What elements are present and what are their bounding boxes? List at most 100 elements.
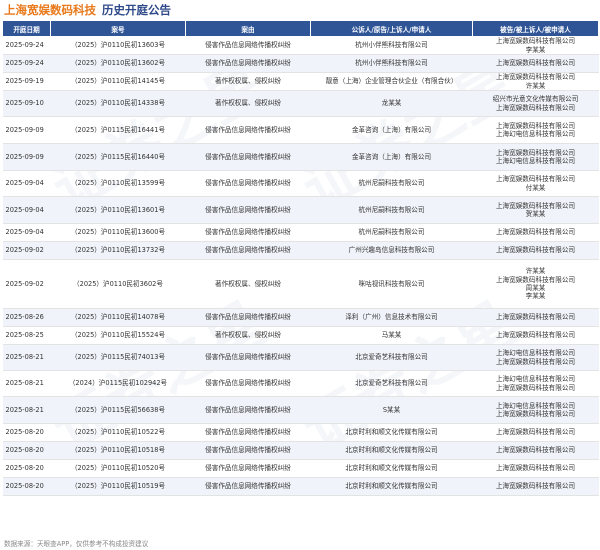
hearing-date: 2025-09-04	[2, 196, 51, 224]
plaintiff-cell: S某某	[310, 396, 473, 424]
case-number: （2025）沪0110民初10518号	[50, 441, 186, 460]
defendant-name: 李某某	[525, 45, 546, 54]
case-number: （2025）沪0110民初10522号	[50, 423, 186, 442]
defendant-cell: 上海宽娱数码科技有限公司 上海幻电信息科技有限公司	[472, 116, 599, 144]
defendant-name: 上海宽娱数码科技有限公司	[495, 73, 576, 82]
hearing-date: 2025-09-09	[2, 116, 51, 144]
defendant-name: 付某某	[525, 183, 546, 192]
table-row: 2025-08-20 （2025）沪0110民初10518号 侵害作品信息网络传播权…	[2, 441, 599, 460]
plaintiff-name: 杭州尼嗣科技有限公司	[358, 179, 425, 188]
table-row: 2025-08-20 （2025）沪0110民初10522号 侵害作品信息网络传播权…	[2, 423, 599, 442]
table-row: 2025-09-24 （2025）沪0110民初13603号 侵害作品信息网络传播权…	[2, 36, 599, 55]
case-number: （2025）沪0110民初14338号	[50, 90, 186, 117]
plaintiff-cell: 北京时利和顺文化传媒有限公司	[310, 459, 473, 478]
plaintiff-name: 北京爱奇艺科技有限公司	[355, 379, 428, 388]
page-title: 上海宽娱数码科技 历史开庭公告	[4, 1, 171, 19]
column-header-case-number: 案号	[50, 20, 186, 37]
defendant-cell: 上海宽娱数码科技有限公司	[472, 441, 599, 460]
defendant-name: 上海宽娱数码科技有限公司	[495, 446, 576, 455]
plaintiff-name: 泽利（广州）信息技术有限公司	[345, 313, 438, 322]
case-number: （2025）沪0110民初13599号	[50, 170, 186, 197]
defendant-cell: 上海宽娱数码科技有限公司 李某某	[472, 36, 599, 55]
defendant-name: 上海宽娱数码科技有限公司	[495, 201, 576, 210]
defendant-name: 上海宽娱数码科技有限公司	[495, 121, 576, 130]
defendant-name: 上海宽娱数码科技有限公司	[495, 464, 576, 473]
plaintiff-cell: 北京爱奇艺科技有限公司	[310, 370, 473, 397]
hearing-date: 2025-08-20	[2, 459, 51, 478]
plaintiff-name: 马某某	[381, 331, 402, 340]
case-cause: 侵害作品信息网络传播权纠纷	[185, 308, 311, 327]
hearing-date: 2025-08-26	[2, 308, 51, 327]
case-cause: 侵害作品信息网络传播权纠纷	[185, 396, 311, 424]
plaintiff-name: 杭州尼嗣科技有限公司	[358, 205, 425, 214]
table-row: 2025-09-19 （2025）沪0110民初14145号 著作权权属、侵权纠纷 靓…	[2, 72, 599, 91]
plaintiff-cell: 杭州尼嗣科技有限公司	[310, 223, 473, 242]
defendant-cell: 上海宽娱数码科技有限公司	[472, 308, 599, 327]
table-row: 2025-08-21 （2025）沪0115民初56638号 侵害作品信息网络传播权…	[2, 396, 599, 424]
plaintiff-cell: 金革咨询（上海）有限公司	[310, 116, 473, 144]
defendant-cell: 许某某 上海宽娱数码科技有限公司 周某某 李某某	[472, 259, 599, 309]
defendant-name: 上海幻电信息科技有限公司	[495, 130, 576, 138]
case-cause: 侵害作品信息网络传播权纠纷	[185, 36, 311, 55]
court-hearing-table: 开庭日期 案号 案由 公诉人/原告/上诉人/申请人 被告/被上诉人/被申请人 2…	[2, 20, 599, 496]
plaintiff-name: 咪咕视讯科技有限公司	[358, 279, 425, 288]
table-row: 2025-09-02 （2025）沪0110民初13732号 侵害作品信息网络传播权…	[2, 241, 599, 260]
plaintiff-name: 靓意（上海）企业管理合伙企业（有限合伙）	[325, 77, 458, 86]
case-cause: 侵害作品信息网络传播权纠纷	[185, 370, 311, 397]
plaintiff-cell: 金革咨询（上海）有限公司	[310, 143, 473, 171]
hearing-date: 2025-09-04	[2, 223, 51, 242]
hearing-date: 2025-09-19	[2, 72, 51, 91]
case-number: （2025）沪0110民初14078号	[50, 308, 186, 327]
plaintiff-cell: 北京爱奇艺科技有限公司	[310, 344, 473, 371]
plaintiff-name: 北京时利和顺文化传媒有限公司	[345, 428, 438, 437]
plaintiff-cell: 杭州尼嗣科技有限公司	[310, 196, 473, 224]
case-cause: 侵害作品信息网络传播权纠纷	[185, 459, 311, 478]
case-number: （2025）沪0110民初13602号	[50, 54, 186, 73]
plaintiff-cell: 龙某某	[310, 90, 473, 117]
hearing-date: 2025-08-21	[2, 344, 51, 371]
plaintiff-cell: 杭州尼嗣科技有限公司	[310, 170, 473, 197]
table-row: 2025-09-04 （2025）沪0110民初13600号 侵害作品信息网络传播权…	[2, 223, 599, 242]
defendant-name: 上海宽娱数码科技有限公司	[495, 37, 576, 46]
case-number: （2025）沪0110民初13601号	[50, 196, 186, 224]
defendant-cell: 上海宽娱数码科技有限公司 付某某	[472, 170, 599, 197]
case-number: （2024）沪0115民初102942号	[50, 370, 186, 397]
case-cause: 著作权权属、侵权纠纷	[185, 90, 311, 117]
case-number: （2025）沪0110民初13732号	[50, 241, 186, 260]
defendant-cell: 上海宽娱数码科技有限公司	[472, 423, 599, 442]
defendant-cell: 上海宽娱数码科技有限公司 贺某某	[472, 196, 599, 224]
plaintiff-cell: 杭州小伴熊科技有限公司	[310, 36, 473, 55]
case-cause: 侵害作品信息网络传播权纠纷	[185, 477, 311, 496]
page-subtitle: 历史开庭公告	[102, 3, 171, 17]
table-row: 2025-09-09 （2025）沪0115民初16440号 侵害作品信息网络传播权…	[2, 143, 599, 171]
defendant-name: 贺某某	[525, 210, 546, 218]
defendant-cell: 上海宽娱数码科技有限公司	[472, 241, 599, 260]
plaintiff-name: 北京爱奇艺科技有限公司	[355, 353, 428, 362]
defendant-name: 许某某	[525, 81, 546, 90]
case-cause: 著作权权属、侵权纠纷	[185, 72, 311, 91]
plaintiff-cell: 广州兴趣岛信息科技有限公司	[310, 241, 473, 260]
defendant-cell: 上海宽娱数码科技有限公司	[472, 477, 599, 496]
plaintiff-name: 龙某某	[381, 99, 402, 108]
table-row: 2025-09-04 （2025）沪0110民初13599号 侵害作品信息网络传播权…	[2, 170, 599, 197]
plaintiff-cell: 马某某	[310, 326, 473, 345]
table-row: 2025-08-21 （2024）沪0115民初102942号 侵害作品信息网络传播…	[2, 370, 599, 397]
plaintiff-cell: 北京时利和顺文化传媒有限公司	[310, 477, 473, 496]
defendant-name: 绍兴市光意文化传媒有限公司	[492, 95, 579, 104]
defendant-name: 上海宽娱数码科技有限公司	[495, 357, 576, 366]
defendant-name: 上海宽娱数码科技有限公司	[495, 482, 576, 491]
case-number: （2025）沪0115民初74013号	[50, 344, 186, 371]
case-cause: 侵害作品信息网络传播权纠纷	[185, 223, 311, 242]
case-number: （2025）沪0115民初16440号	[50, 143, 186, 171]
defendant-cell: 上海宽娱数码科技有限公司	[472, 223, 599, 242]
plaintiff-cell: 北京时利和顺文化传媒有限公司	[310, 441, 473, 460]
defendant-name: 上海宽娱数码科技有限公司	[495, 246, 576, 255]
defendant-name: 上海宽娱数码科技有限公司	[495, 148, 576, 157]
defendant-name: 上海宽娱数码科技有限公司	[495, 313, 576, 322]
defendant-name: 上海宽娱数码科技有限公司	[495, 331, 576, 340]
case-cause: 著作权权属、侵权纠纷	[185, 259, 311, 309]
hearing-date: 2025-09-09	[2, 143, 51, 171]
plaintiff-cell: 泽利（广州）信息技术有限公司	[310, 308, 473, 327]
table-row: 2025-08-26 （2025）沪0110民初14078号 侵害作品信息网络传播权…	[2, 308, 599, 327]
case-number: （2025）沪0110民初10520号	[50, 459, 186, 478]
